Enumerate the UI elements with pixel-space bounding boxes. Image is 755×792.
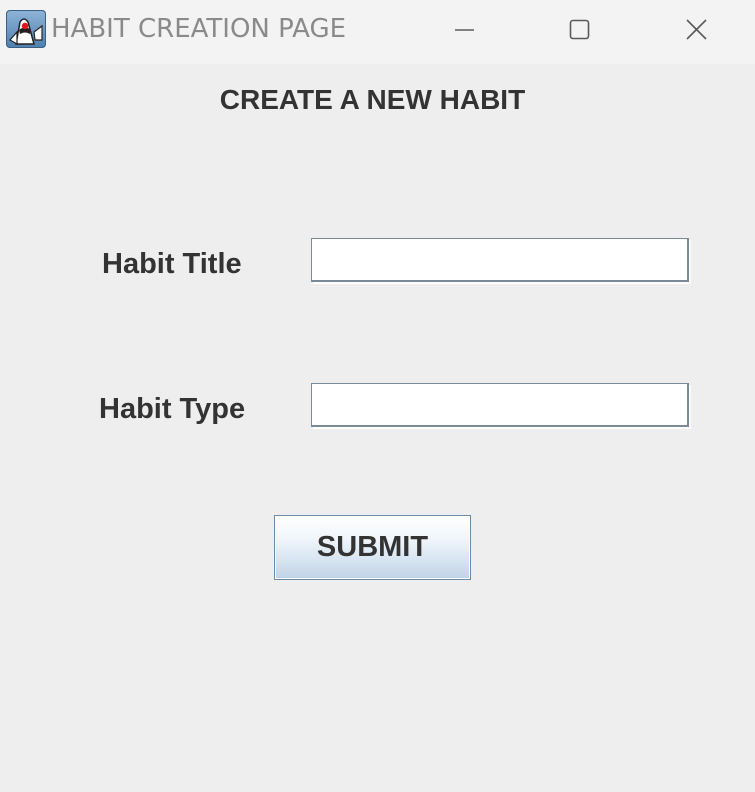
- habit-title-input[interactable]: [311, 238, 689, 282]
- habit-creation-window: HABIT CREATION PAGE CREATE A NEW HABIT H…: [0, 0, 755, 792]
- close-button[interactable]: [677, 10, 717, 50]
- close-icon: [686, 19, 707, 40]
- habit-type-input[interactable]: [311, 383, 689, 427]
- minimize-button[interactable]: [445, 10, 485, 50]
- maximize-icon: [569, 19, 590, 40]
- submit-button[interactable]: SUBMIT: [274, 515, 471, 580]
- title-bar[interactable]: HABIT CREATION PAGE: [0, 0, 755, 64]
- window-title: HABIT CREATION PAGE: [51, 14, 347, 44]
- habit-title-label: Habit Title: [102, 248, 242, 280]
- maximize-button[interactable]: [560, 10, 600, 50]
- java-duke-icon: [6, 10, 46, 48]
- habit-type-label: Habit Type: [99, 393, 246, 425]
- minimize-icon: [455, 29, 474, 31]
- page-heading: CREATE A NEW HABIT: [219, 84, 526, 115]
